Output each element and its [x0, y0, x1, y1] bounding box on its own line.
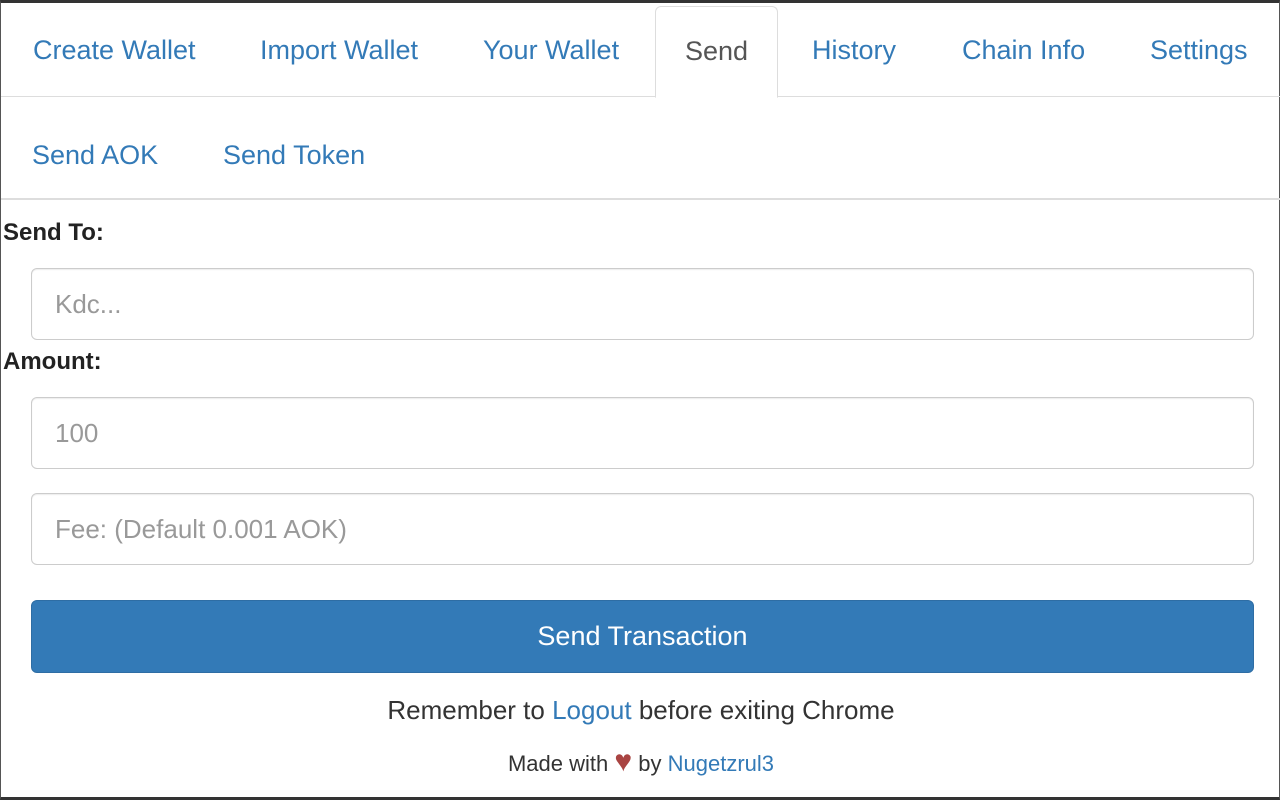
amount-input[interactable]: [31, 397, 1254, 469]
tab-settings[interactable]: Settings: [1118, 6, 1280, 97]
logout-reminder: Remember to Logout before exiting Chrome: [1, 695, 1280, 726]
main-tabs: Create Wallet Import Wallet Your Wallet …: [1, 6, 1280, 98]
subtab-send-aok[interactable]: Send AOK: [32, 97, 158, 213]
logout-link[interactable]: Logout: [552, 695, 632, 725]
made-with-text: Made with: [507, 751, 615, 776]
amount-label: Amount:: [3, 348, 102, 375]
tab-your-wallet[interactable]: Your Wallet: [451, 6, 651, 97]
tab-chain-info[interactable]: Chain Info: [930, 6, 1117, 97]
tab-history[interactable]: History: [780, 6, 928, 97]
reminder-prefix: Remember to: [387, 695, 553, 725]
credits: Made with ♥ by Nugetzrul3: [1, 745, 1280, 779]
send-to-label: Send To:: [3, 219, 104, 246]
by-text: by: [632, 751, 668, 776]
heart-icon: ♥: [614, 745, 633, 778]
fee-input[interactable]: [31, 493, 1254, 565]
send-transaction-button[interactable]: Send Transaction: [31, 600, 1254, 673]
send-to-input[interactable]: [31, 268, 1254, 340]
tab-send[interactable]: Send: [655, 6, 778, 98]
author-link[interactable]: Nugetzrul3: [668, 751, 774, 776]
subtab-send-token[interactable]: Send Token: [223, 97, 365, 213]
tab-import-wallet[interactable]: Import Wallet: [228, 6, 450, 97]
reminder-suffix: before exiting Chrome: [631, 695, 895, 725]
send-subtabs: Send AOK Send Token: [1, 97, 1280, 200]
tab-create-wallet[interactable]: Create Wallet: [1, 6, 228, 97]
